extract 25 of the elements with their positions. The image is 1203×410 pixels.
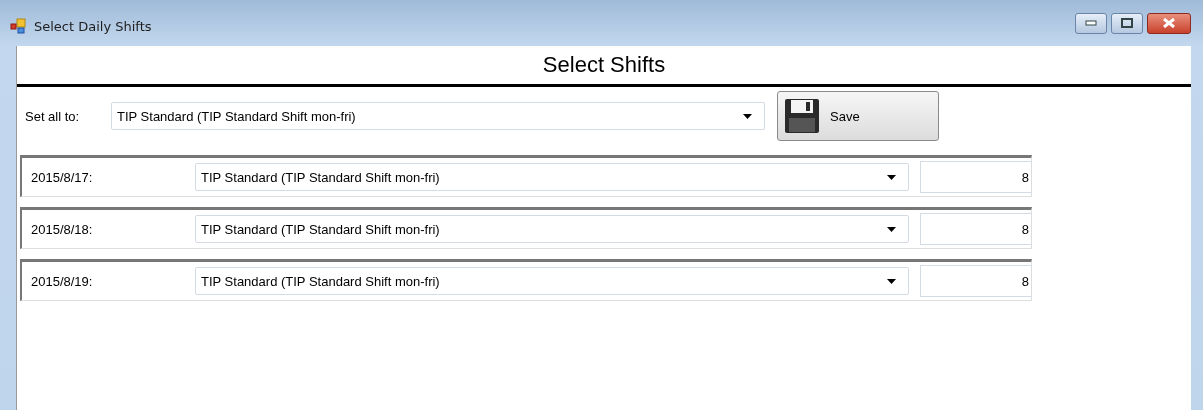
hours-field[interactable]: 8 bbox=[920, 161, 1031, 193]
hours-field[interactable]: 8 bbox=[920, 213, 1031, 245]
save-button[interactable]: Save bbox=[777, 91, 939, 141]
minimize-button[interactable] bbox=[1075, 12, 1107, 34]
window-title: Select Daily Shifts bbox=[34, 18, 152, 34]
date-label: 2015/8/19: bbox=[30, 273, 94, 289]
date-label: 2015/8/17: bbox=[30, 169, 94, 185]
shift-dropdown[interactable]: TIP Standard (TIP Standard Shift mon-fri) bbox=[195, 163, 909, 191]
close-button[interactable] bbox=[1147, 12, 1191, 34]
shift-dropdown[interactable]: TIP Standard (TIP Standard Shift mon-fri) bbox=[195, 215, 909, 243]
form-heading: Select Shifts bbox=[542, 52, 666, 78]
shift-dropdown[interactable]: TIP Standard (TIP Standard Shift mon-fri) bbox=[111, 102, 765, 130]
caret-icon bbox=[887, 278, 896, 284]
date-label: 2015/8/18: bbox=[30, 221, 94, 237]
close-icon bbox=[1162, 18, 1176, 28]
shift-dropdown[interactable]: TIP Standard (TIP Standard Shift mon-fri) bbox=[195, 267, 909, 295]
maximize-button[interactable] bbox=[1111, 12, 1143, 34]
caret-icon bbox=[887, 174, 896, 180]
minimize-icon bbox=[1085, 20, 1097, 26]
hours-field[interactable]: 8 bbox=[920, 265, 1031, 297]
caret-icon bbox=[887, 226, 896, 232]
maximize-icon bbox=[1121, 18, 1133, 28]
app-icon bbox=[10, 18, 26, 34]
set-all-label: Set all to: bbox=[25, 108, 81, 124]
caret-icon bbox=[743, 113, 752, 119]
